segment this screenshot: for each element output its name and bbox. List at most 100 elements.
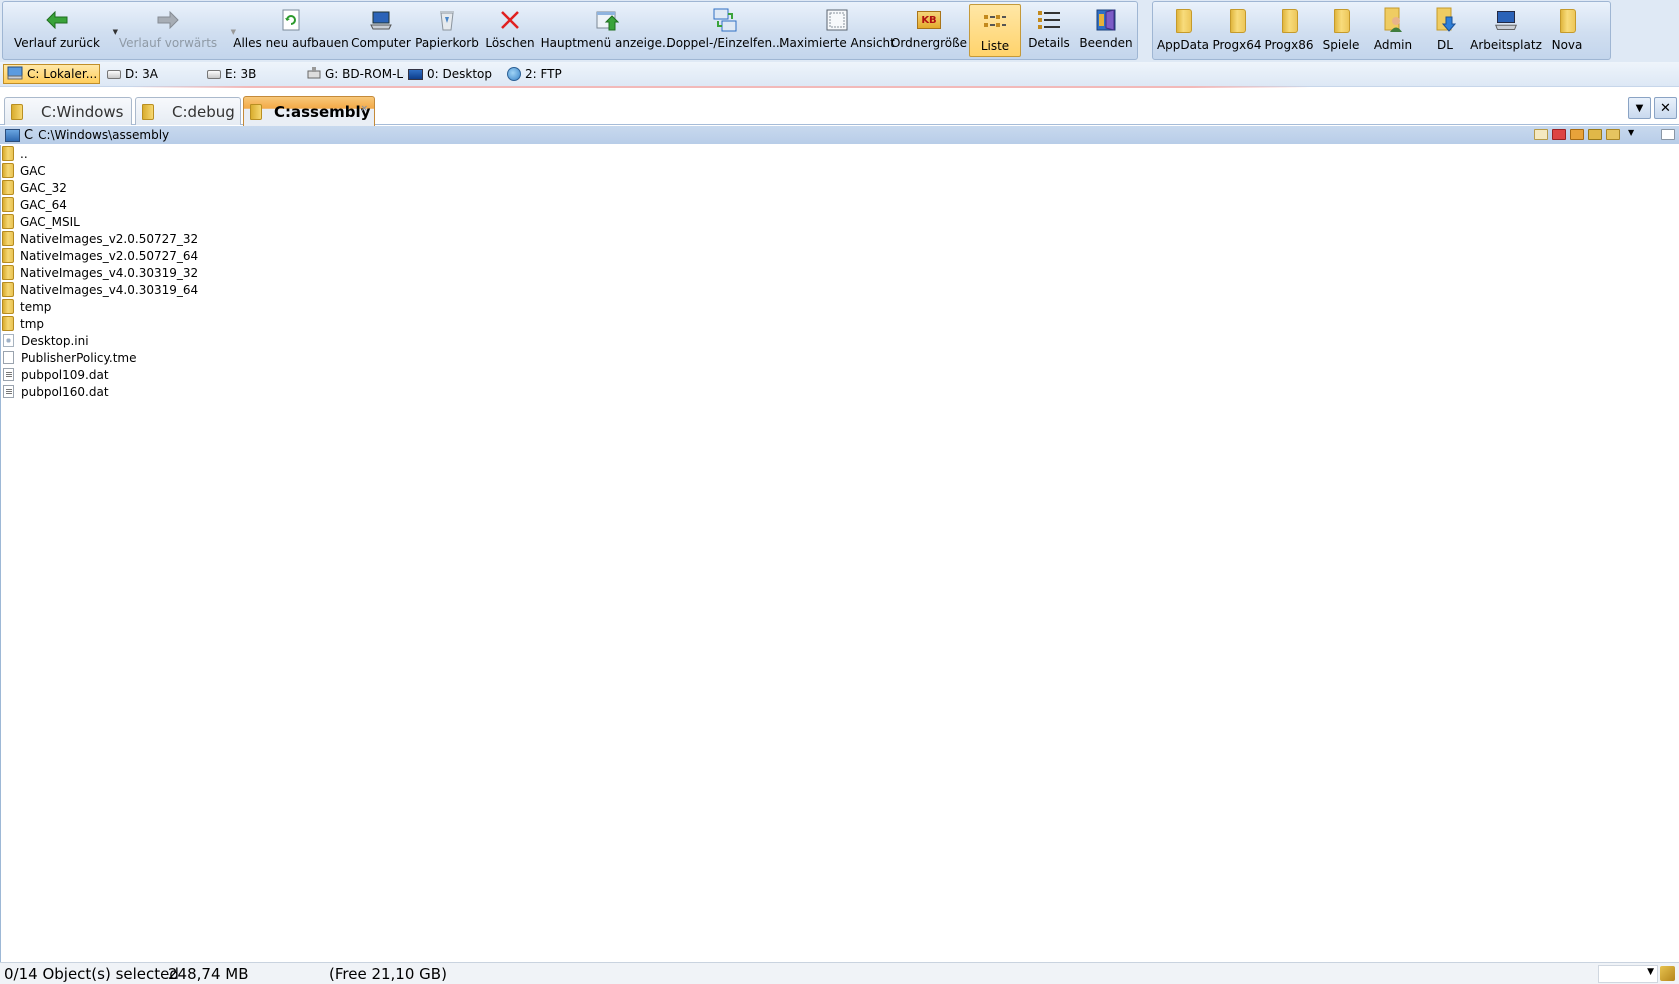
desktop-icon (408, 68, 423, 80)
folder-size-button[interactable]: KB Ordnergröße (891, 2, 967, 59)
optical-drive-icon (307, 66, 321, 83)
list-item[interactable]: NativeImages_v2.0.50727_64 (2, 247, 198, 264)
drive-desktop[interactable]: 0: Desktop (405, 64, 497, 84)
address-bar: C C:\Windows\assembly ▼ (0, 126, 1679, 144)
favorite-progx64[interactable]: Progx64 (1211, 2, 1263, 59)
exit-button[interactable]: Beenden (1077, 2, 1135, 59)
details-view-button[interactable]: Details (1021, 2, 1077, 59)
options-dropdown-icon[interactable]: ▼ (1628, 128, 1634, 137)
details-view-icon (1037, 8, 1061, 32)
download-folder-icon (1433, 6, 1457, 34)
maximize-view-button[interactable]: Maximierte Ansicht (779, 2, 895, 59)
data-file-icon (3, 385, 14, 398)
list-item[interactable]: pubpol109.dat (2, 366, 109, 383)
drive-c[interactable]: C: Lokaler... (3, 64, 100, 84)
folder-icon (2, 231, 14, 246)
dual-pane-button[interactable]: Doppel-/Einzelfen... (666, 2, 784, 59)
tab-list-dropdown-icon[interactable]: ▼ (1628, 97, 1651, 119)
green-arrow-left-icon (45, 8, 69, 32)
favorite-arbeitsplatz[interactable]: Arbeitsplatz (1470, 2, 1542, 59)
edit-path-icon[interactable] (1661, 129, 1675, 140)
divider (130, 86, 1310, 88)
drive-d[interactable]: D: 3A (104, 64, 194, 84)
list-item[interactable]: temp (2, 298, 51, 315)
list-item[interactable]: PublisherPolicy.tme (2, 349, 137, 366)
total-size: 248,74 MB (168, 965, 249, 983)
main-menu-icon (595, 8, 619, 32)
tab-close-icon[interactable]: × (360, 104, 368, 114)
forward-button[interactable]: Verlauf vorwärts ▼ (109, 2, 236, 59)
tab-c-windows[interactable]: C:Windows (4, 97, 132, 125)
list-item[interactable]: GAC_MSIL (2, 213, 80, 230)
folder-size-icon: KB (917, 8, 941, 32)
gray-arrow-right-icon (156, 8, 180, 32)
list-item[interactable]: NativeImages_v2.0.50727_32 (2, 230, 198, 247)
folder-icon (2, 214, 14, 229)
tab-c-debug[interactable]: C:debug (135, 97, 241, 125)
exit-door-icon (1094, 8, 1118, 32)
main-toolbar: Verlauf zurück ▼ Verlauf vorwärts ▼ Alle… (2, 1, 1138, 60)
favorite-heart-icon[interactable] (1552, 129, 1566, 140)
list-item[interactable]: .. (2, 145, 28, 162)
new-folder-icon[interactable] (1534, 129, 1548, 140)
favorite-appdata[interactable]: AppData (1155, 2, 1211, 59)
favorite-dl[interactable]: DL (1419, 2, 1471, 59)
favorite-spiele[interactable]: Spiele (1315, 2, 1367, 59)
refresh-button[interactable]: Alles neu aufbauen (233, 2, 349, 59)
sort-icon[interactable] (1588, 129, 1602, 140)
folder-icon (1171, 6, 1195, 34)
computer-icon (1494, 6, 1518, 34)
drive-ftp[interactable]: 2: FTP (504, 64, 584, 84)
folder-icon (2, 248, 14, 263)
list-item[interactable]: NativeImages_v4.0.30319_64 (2, 281, 198, 298)
favorite-progx86[interactable]: Progx86 (1263, 2, 1315, 59)
folder-icon (1555, 6, 1579, 34)
resize-grip-icon[interactable] (1660, 966, 1675, 981)
list-item[interactable]: tmp (2, 315, 44, 332)
list-item[interactable]: Desktop.ini (2, 332, 89, 349)
close-tab-icon[interactable]: ✕ (1654, 97, 1677, 119)
folder-options-icon[interactable] (1606, 129, 1620, 140)
favorites-toolbar: AppData Progx64 Progx86 Spiele Admin DL (1152, 1, 1611, 60)
list-item[interactable]: pubpol160.dat (2, 383, 109, 400)
recycle-bin-icon (435, 8, 459, 32)
folder-icon (1277, 6, 1301, 34)
status-combo[interactable]: ▼ (1598, 965, 1658, 983)
back-button[interactable]: Verlauf zurück ▼ (5, 2, 118, 59)
folder-icon (2, 197, 14, 212)
computer-button[interactable]: Computer (349, 2, 413, 59)
folder-icon (2, 180, 14, 195)
tab-bar: C:Windows C:debug C:assembly × ▼ ✕ (0, 94, 1679, 126)
recycle-bin-button[interactable]: Papierkorb (413, 2, 481, 59)
dual-pane-icon (713, 8, 737, 32)
delete-button[interactable]: Löschen (481, 2, 539, 59)
favorite-nova[interactable]: Nova (1541, 2, 1593, 59)
list-item[interactable]: GAC_32 (2, 179, 67, 196)
list-item[interactable]: GAC (2, 162, 46, 179)
folder-icon (2, 316, 14, 331)
drive-icon (7, 66, 23, 83)
data-file-icon (3, 368, 14, 381)
drive-icon (207, 69, 221, 79)
tab-c-assembly[interactable]: C:assembly × (243, 96, 375, 126)
list-item[interactable]: NativeImages_v4.0.30319_32 (2, 264, 198, 281)
computer-icon (369, 8, 393, 32)
list-view-icon (983, 11, 1007, 35)
list-view-button[interactable]: Liste (969, 4, 1021, 57)
main-menu-button[interactable]: Hauptmenü anzeige... (541, 2, 673, 59)
file-list[interactable]: .. GAC GAC_32 GAC_64 GAC_MSIL NativeImag… (0, 145, 1679, 962)
open-folder-icon[interactable] (1570, 129, 1584, 140)
folder-icon (11, 103, 23, 120)
folder-icon (1329, 6, 1353, 34)
list-item[interactable]: GAC_64 (2, 196, 67, 213)
folder-icon (2, 146, 14, 161)
drive-icon (107, 69, 121, 79)
drive-g[interactable]: G: BD-ROM-La (304, 64, 404, 84)
file-icon (3, 351, 14, 364)
drive-e[interactable]: E: 3B (204, 64, 294, 84)
favorite-admin[interactable]: Admin (1367, 2, 1419, 59)
status-bar: 0/14 Object(s) selected 248,74 MB (Free … (0, 962, 1679, 984)
folder-icon (2, 163, 14, 178)
path-text[interactable]: C:\Windows\assembly (38, 128, 169, 142)
refresh-icon (279, 8, 303, 32)
